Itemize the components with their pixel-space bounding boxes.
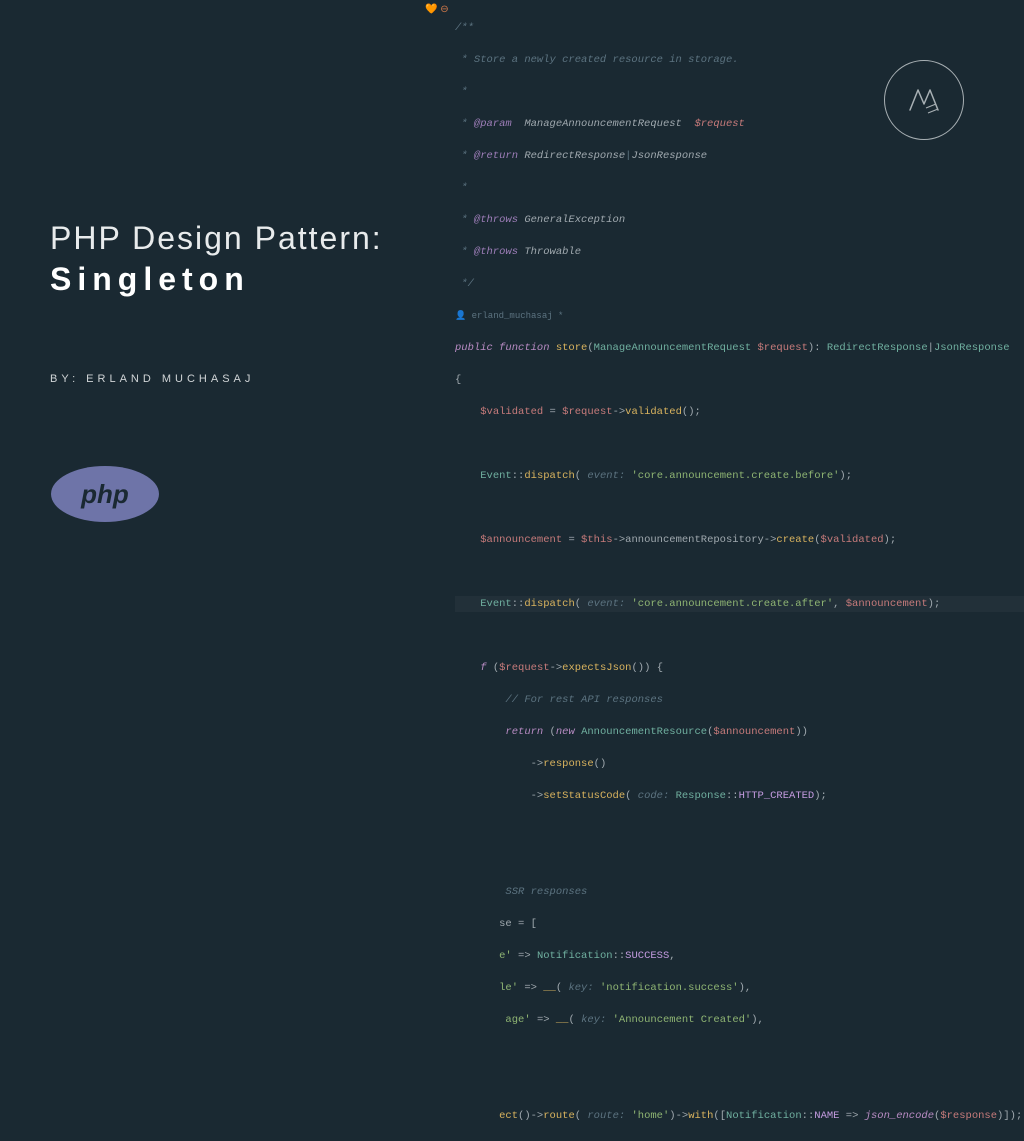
php-logo: php	[50, 465, 160, 523]
code-editor-content: /** * Store a newly created resource in …	[455, 4, 1024, 1140]
title-line-2: Singleton	[50, 261, 383, 298]
title-line-1: PHP Design Pattern:	[50, 220, 383, 257]
svg-text:php: php	[80, 479, 129, 509]
editor-gutter-icons: 🧡 ⊖	[425, 4, 449, 15]
title-block: PHP Design Pattern: Singleton BY: ERLAND…	[50, 220, 383, 385]
author-label: BY: ERLAND MUCHASAJ	[50, 373, 383, 385]
